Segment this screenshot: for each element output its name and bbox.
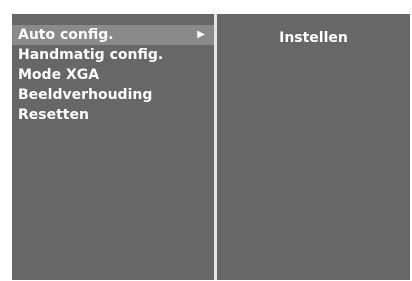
play-arrow-icon: ▶	[197, 29, 205, 40]
menu-item-manual-config[interactable]: Handmatig config.	[12, 45, 214, 65]
menu-item-mode-xga[interactable]: Mode XGA	[12, 65, 214, 85]
osd-menu-panel: Auto config. ▶ Handmatig config. Mode XG…	[12, 14, 410, 280]
menu-item-reset[interactable]: Resetten	[12, 105, 214, 125]
menu-item-label: Resetten	[18, 107, 89, 123]
menu-item-auto-config[interactable]: Auto config. ▶	[12, 25, 214, 45]
menu-item-aspect-ratio[interactable]: Beeldverhouding	[12, 85, 214, 105]
main-menu-list: Auto config. ▶ Handmatig config. Mode XG…	[12, 25, 214, 125]
menu-item-label: Beeldverhouding	[18, 87, 153, 103]
menu-item-label: Handmatig config.	[18, 47, 164, 63]
menu-item-label: Auto config.	[18, 27, 114, 43]
menu-divider	[214, 14, 217, 280]
submenu-option-instellen[interactable]: Instellen	[217, 30, 410, 46]
menu-item-label: Mode XGA	[18, 67, 100, 83]
